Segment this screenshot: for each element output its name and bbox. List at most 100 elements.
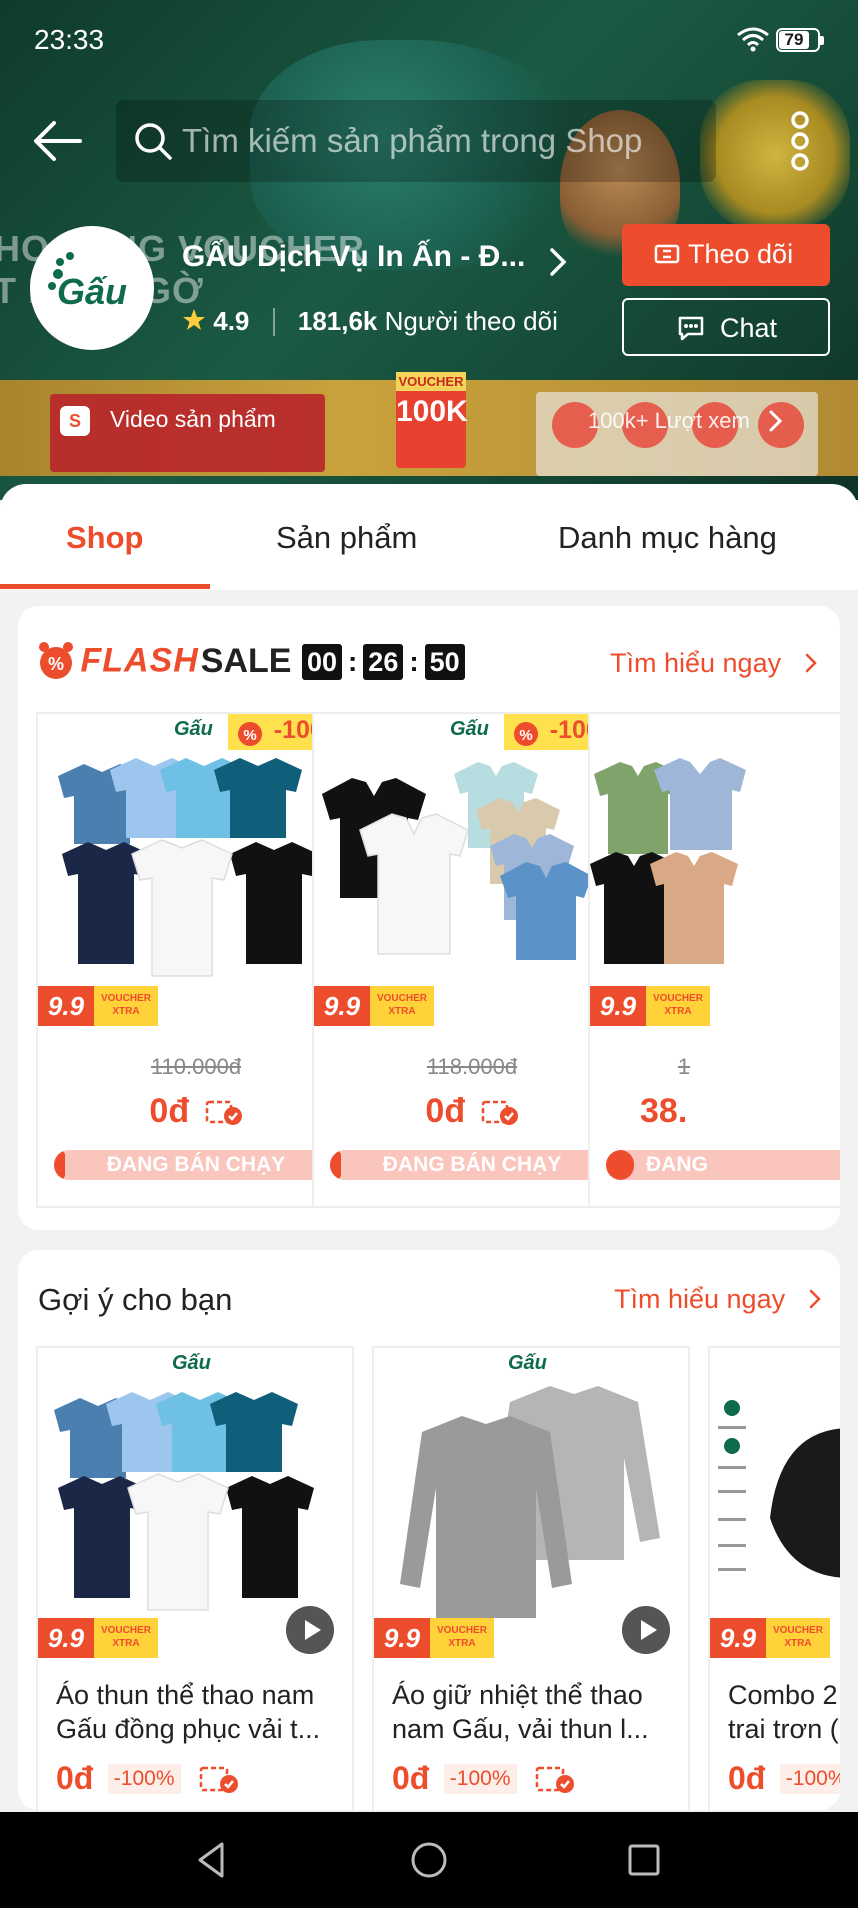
nav-recents-icon[interactable] [622,1838,666,1882]
tab-products[interactable]: Sản phẩm [276,520,417,556]
voucher-badge-value: 100K [396,395,468,428]
follower-label: Người theo dõi [384,306,558,336]
badge-voucher-label: VOUCHER XTRA [430,1618,494,1658]
nav-home-icon[interactable] [407,1838,451,1882]
more-options-icon[interactable] [782,110,818,172]
badge-voucher-label: VOUCHER XTRA [646,986,710,1026]
play-video-icon[interactable] [286,1606,334,1654]
shop-tabs: Shop Sản phẩm Danh mục hàng [0,484,858,590]
voucher-xtra-badge: 9.9 VOUCHER XTRA [38,986,158,1026]
chevron-right-icon [550,248,567,276]
discount-tag: -100% [779,1763,840,1794]
price-value: 0đ [392,1760,430,1796]
shop-avatar[interactable]: Gấu [30,226,154,350]
product-name: Áo giữ nhiệt thể thao nam Gấu, vải thun … [392,1678,678,1746]
voucher-badge-label: VOUCHER [396,372,466,391]
follow-button[interactable]: Theo dõi [622,224,830,286]
brand-logo: Gấu [508,1352,547,1374]
flash-sale-product-card[interactable]: Gấu % -100% 9.9 VOUCHER XTRA 118.000đ 0đ… [312,712,632,1208]
polo-shirt-image [590,758,746,964]
ticket-icon [654,244,680,264]
suggested-product-card[interactable]: Gấu 9.9 VOUCHER XTRA Áo giữ nhiệt thể th… [372,1346,690,1810]
product-name-line: trai trơn ( [728,1714,839,1744]
tshirt-stack-image [58,758,318,977]
wifi-icon [737,27,769,52]
badge-voucher-label: VOUCHER XTRA [94,986,158,1026]
search-input[interactable] [182,112,702,170]
follower-count: 181,6k [297,306,378,336]
chevron-right-icon [809,1289,821,1309]
tab-shop[interactable]: Shop [66,520,144,556]
product-image: Gấu 9.9 VOUCHER XTRA [374,1348,688,1662]
product-video-link[interactable]: S Video sản phẩm [60,406,276,446]
product-name-line: Gấu đồng phục vải t... [56,1714,321,1744]
badge-number: 9.9 [38,986,94,1026]
back-arrow-icon[interactable] [30,118,84,164]
svg-text:%: % [48,654,64,674]
flash-sale-product-card[interactable]: 9.9 VOUCHER XTRA 1 38. ĐANG [588,712,840,1208]
brand-logo: Gấu [172,1352,211,1374]
views-link[interactable]: 100k+ Lượt xem [588,408,784,444]
flash-sale-product-card[interactable]: Gấu % -100% 9.9 VOUCHER XTRA 110.000đ 0đ… [36,712,356,1208]
system-navigation-bar [0,1812,858,1908]
play-video-icon[interactable] [622,1606,670,1654]
price-value: 0đ [425,1092,466,1130]
shop-search-bar[interactable] [116,100,716,182]
chevron-right-icon [805,653,817,673]
sale-price: 38. [640,1092,688,1130]
voucher-xtra-badge: 9.9 VOUCHER XTRA [38,1618,158,1658]
price-value: 0đ [56,1760,94,1796]
gau-logo-icon: Gấu [48,252,127,312]
product-name-line: Combo 2 [728,1680,838,1710]
flash-sale-logo: % FLASHSALE [36,640,291,688]
flash-sale-learn-more[interactable]: Tìm hiểu ngay [610,648,819,679]
product-name: Combo 2 trai trơn ( [728,1678,840,1746]
product-name: Áo thun thể thao nam Gấu đồng phục vải t… [56,1678,342,1746]
chat-bubble-icon [678,316,704,341]
sale-price: 0đ [38,1092,354,1131]
tab-categories[interactable]: Danh mục hàng [558,520,777,556]
product-name-line: Áo giữ nhiệt thể thao [392,1680,643,1710]
chevron-right-icon [769,410,783,432]
battery-icon: 79 [776,28,824,52]
video-label: Video sản phẩm [110,406,276,433]
voucher-xtra-badge: 9.9 VOUCHER XTRA [710,1618,830,1658]
follow-button-label: Theo dõi [688,239,794,269]
suggested-product-card[interactable]: Gấu 9.9 VOUCHER XTRA Áo thun thể thao na… [36,1346,354,1810]
voucher-xtra-badge: 9.9 VOUCHER XTRA [590,986,710,1026]
suggested-product-card[interactable]: 9.9 VOUCHER XTRA Combo 2 trai trơn ( 0đ … [708,1346,840,1810]
shop-rating: 4.9 [213,306,250,336]
suggestions-learn-more[interactable]: Tìm hiểu ngay [614,1284,823,1315]
badge-number: 9.9 [38,1618,94,1658]
voucher-ticket-icon [481,1100,518,1125]
price-row: 0đ -100% [728,1760,840,1800]
product-image: 9.9 VOUCHER XTRA [590,714,840,1030]
original-price: 1 [677,1054,691,1079]
alarm-clock-icon: % [513,722,538,746]
sales-status-label: ĐANG BÁN CHẠY [382,1153,562,1176]
sale-price: 0đ [314,1092,630,1131]
alarm-clock-icon: % [237,722,262,746]
product-image: Gấu % -100% 9.9 VOUCHER XTRA [314,714,630,1030]
chat-button[interactable]: Chat [622,298,830,356]
shop-stats: 4.9 181,6k Người theo dõi [182,306,558,346]
flash-sale-section: % FLASHSALE 00:26:50 Tìm hiểu ngay Gấu %… [18,606,840,1230]
status-bar: 23:33 79 [0,0,858,82]
section-title: Gợi ý cho bạn [38,1282,233,1317]
shop-name-link[interactable]: GẤU Dịch Vụ In Ấn - Đ... [182,240,582,286]
active-tab-indicator [0,584,210,589]
voucher-badge: VOUCHER 100K [396,372,468,468]
nav-back-icon[interactable] [190,1838,234,1882]
price-value: 0đ [149,1092,190,1130]
product-image: Gấu % -100% 9.9 VOUCHER XTRA [38,714,354,1030]
battery-level: 79 [779,31,809,49]
voucher-ticket-icon [535,1766,574,1793]
alarm-clock-icon: % [39,642,73,679]
voucher-xtra-badge: 9.9 VOUCHER XTRA [314,986,434,1026]
badge-number: 9.9 [374,1618,430,1658]
countdown-minutes: 26 [363,644,404,680]
badge-number: 9.9 [314,986,370,1026]
voucher-xtra-badge: 9.9 VOUCHER XTRA [374,1618,494,1658]
original-price: 118.000đ [426,1054,518,1079]
product-name-line: Áo thun thể thao nam [56,1680,315,1710]
